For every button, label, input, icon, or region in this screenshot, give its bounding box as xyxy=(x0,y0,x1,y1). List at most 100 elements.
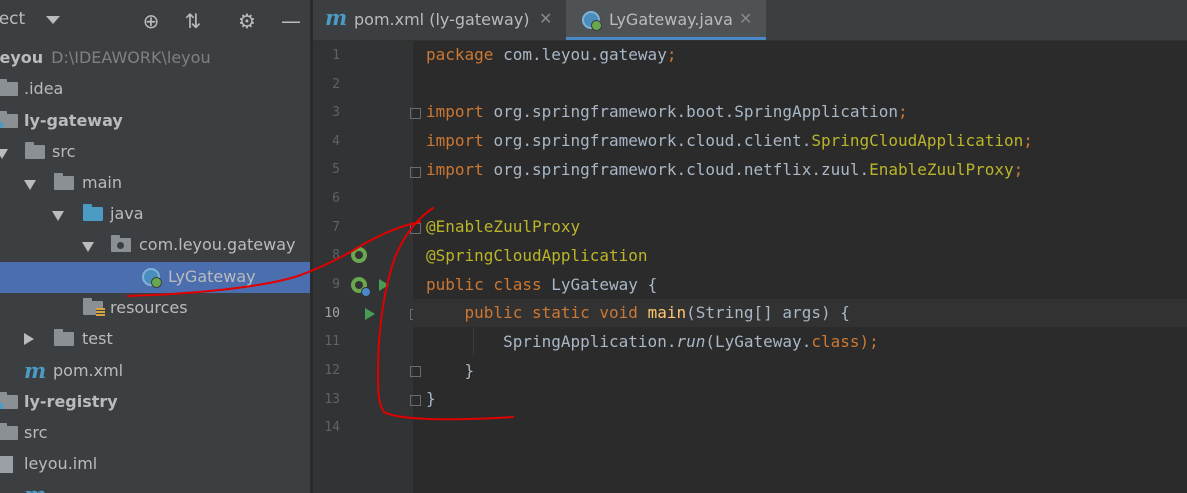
line-number: 4 xyxy=(332,134,340,149)
line-number: 13 xyxy=(324,392,340,407)
collapse-icon[interactable]: ⇅ xyxy=(180,8,206,34)
tree-item-package[interactable]: com.leyou.gateway xyxy=(0,230,310,261)
code-token: } xyxy=(426,389,436,409)
tree-item-ly-gateway[interactable]: ly-gateway xyxy=(0,106,310,137)
chevron-down-icon[interactable] xyxy=(46,16,60,24)
run-icon[interactable] xyxy=(365,308,375,320)
line-number: 12 xyxy=(324,363,340,378)
tree-item-label: leyou.iml xyxy=(24,454,98,473)
tree-item-resources[interactable]: resources xyxy=(0,293,310,324)
code-line[interactable]: public static void main(String[] args) { xyxy=(426,299,850,327)
spring-bean-run-icon[interactable] xyxy=(351,277,371,297)
tree-item-label: com.leyou.gateway xyxy=(139,235,296,254)
tree-item-registry-src[interactable]: src xyxy=(0,418,310,449)
tree-item-leyou-iml[interactable]: leyou.iml xyxy=(0,449,310,480)
file-icon xyxy=(0,456,13,473)
tree-item-partial: m xyxy=(0,480,310,493)
line-number: 9 xyxy=(332,277,340,292)
code-token: package xyxy=(426,45,504,64)
tree-item-lygateway[interactable]: LyGateway xyxy=(0,262,310,293)
source-folder-icon xyxy=(83,204,103,221)
line-number: 6 xyxy=(332,191,340,206)
code-token: (LyGateway. xyxy=(705,332,812,351)
folder-icon xyxy=(54,329,74,346)
tree-item-src[interactable]: src xyxy=(0,137,310,168)
code-line[interactable]: public class LyGateway { xyxy=(426,271,657,299)
code-token: ); xyxy=(859,332,879,351)
chevron-down-icon[interactable] xyxy=(82,242,94,252)
code-token: (String[] args) { xyxy=(686,303,850,323)
code-line[interactable]: import org.springframework.boot.SpringAp… xyxy=(426,98,908,126)
code-token: @SpringCloudApplication xyxy=(426,245,648,265)
editor-tab-bar: m pom.xml (ly-gateway) ✕ LyGateway.java … xyxy=(313,0,1187,41)
code-token: org.springframework.boot.SpringApplicati… xyxy=(493,102,899,122)
tree-item-label: test xyxy=(82,329,113,348)
tab-pom-xml[interactable]: m pom.xml (ly-gateway) ✕ xyxy=(313,0,565,40)
code-line[interactable]: SpringApplication.run(LyGateway.class); xyxy=(426,328,879,356)
code-token: } xyxy=(426,360,475,380)
project-view-title[interactable]: ject xyxy=(0,9,25,29)
spring-class-icon xyxy=(582,11,602,31)
close-icon[interactable]: ✕ xyxy=(539,9,552,28)
tree-item-label: pom.xml xyxy=(53,361,124,380)
tab-label: LyGateway.java xyxy=(609,10,733,29)
close-icon[interactable]: ✕ xyxy=(739,9,752,28)
code-line[interactable]: import org.springframework.cloud.netflix… xyxy=(426,156,1023,184)
code-line[interactable]: } xyxy=(426,357,475,385)
project-path: D:\IDEAWORK\leyou xyxy=(51,48,211,67)
minimize-icon[interactable]: — xyxy=(278,8,304,34)
tree-item-java[interactable]: java xyxy=(0,199,310,230)
code-token: EnableZuulProxy xyxy=(869,159,1014,179)
chevron-down-icon[interactable] xyxy=(52,211,64,221)
code-line[interactable]: @SpringCloudApplication xyxy=(426,242,648,270)
line-number: 1 xyxy=(332,48,340,63)
tree-item-label: .idea xyxy=(24,79,64,98)
chevron-right-icon[interactable] xyxy=(24,333,34,345)
editor-gutter[interactable]: 1 2 3 4 5 6 7 8 9 10 11 12 13 14 xyxy=(313,41,421,493)
code-line[interactable]: } xyxy=(426,385,436,413)
folder-icon xyxy=(54,173,74,190)
tree-item-label: ly-registry xyxy=(24,392,118,411)
tree-item-idea[interactable]: .idea xyxy=(0,74,310,105)
code-token: ; xyxy=(666,45,677,64)
spring-class-icon xyxy=(142,268,162,288)
tree-item-label: leyou xyxy=(0,48,44,67)
maven-icon: m xyxy=(24,358,47,383)
code-token: import xyxy=(426,102,494,122)
code-editor[interactable]: package com.leyou.gateway; import org.spr… xyxy=(413,41,1187,493)
tree-item-project-root[interactable]: leyou D:\IDEAWORK\leyou xyxy=(0,43,310,74)
run-icon[interactable] xyxy=(379,279,389,291)
project-panel: ject ⊕ ⇅ ⚙ — leyou D:\IDEAWORK\leyou .ide… xyxy=(0,0,310,493)
maven-icon: m xyxy=(24,482,46,493)
tree-item-pom[interactable]: m pom.xml xyxy=(0,356,310,387)
tree-item-label: ly-gateway xyxy=(24,111,123,130)
chevron-down-icon[interactable] xyxy=(24,180,36,190)
chevron-down-icon[interactable] xyxy=(0,149,8,159)
code-token: class xyxy=(811,332,860,351)
tree-item-label: src xyxy=(24,423,48,442)
code-token: SpringCloudApplication xyxy=(811,131,1024,151)
tree-item-label: src xyxy=(52,142,76,161)
tree-item-label: LyGateway xyxy=(168,267,256,286)
tree-item-main[interactable]: main xyxy=(0,168,310,199)
tree-item-label: resources xyxy=(110,298,188,317)
code-token: SpringApplication. xyxy=(426,332,677,351)
code-line[interactable]: import org.springframework.cloud.client.… xyxy=(426,127,1033,155)
code-line[interactable]: @EnableZuulProxy xyxy=(426,213,580,241)
tab-lygateway-java[interactable]: LyGateway.java ✕ xyxy=(566,0,766,40)
line-number: 5 xyxy=(332,162,340,177)
spring-bean-icon[interactable] xyxy=(351,247,367,263)
tree-item-test[interactable]: test xyxy=(0,324,310,355)
project-panel-header: ject ⊕ ⇅ ⚙ — xyxy=(0,0,310,42)
tree-item-label: java xyxy=(110,204,144,223)
code-line[interactable]: package com.leyou.gateway; xyxy=(426,41,676,69)
crosshair-icon[interactable]: ⊕ xyxy=(138,8,164,34)
tree-item-ly-registry[interactable]: ly-registry xyxy=(0,387,310,418)
code-token: public static void xyxy=(464,303,648,323)
code-token: ; xyxy=(1013,159,1024,179)
gear-icon[interactable]: ⚙ xyxy=(234,8,260,34)
code-token: org.springframework.cloud.netflix.zuul. xyxy=(493,159,870,179)
tab-label: pom.xml (ly-gateway) xyxy=(354,10,530,29)
package-icon xyxy=(111,235,131,252)
